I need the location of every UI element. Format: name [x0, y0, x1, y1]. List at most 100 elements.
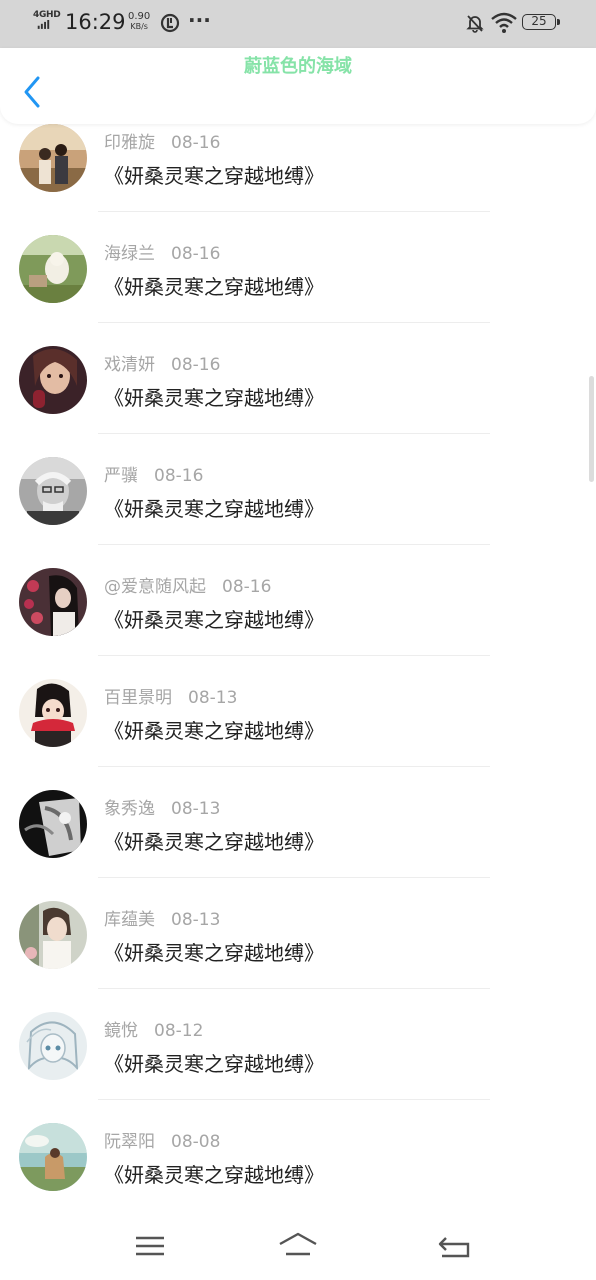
network-type: 4GHD: [33, 10, 61, 20]
book-title[interactable]: 《妍桑灵寒之穿越地缚》: [104, 160, 324, 189]
avatar-image: [19, 568, 87, 636]
book-title[interactable]: 《妍桑灵寒之穿越地缚》: [104, 604, 324, 633]
read-date: 08-16: [171, 244, 221, 264]
reader-meta: 印雅旋 08-16: [104, 128, 220, 153]
reader-list: 印雅旋 08-16 《妍桑灵寒之穿越地缚》 海绿兰 08-16 《妍桑灵寒之穿越地缚…: [0, 124, 596, 1214]
avatar[interactable]: [19, 568, 87, 636]
reader-meta: 库蕴美 08-13: [104, 905, 220, 930]
mute-icon: [466, 15, 484, 33]
network-speed: 0.90 KB/s: [128, 12, 150, 32]
divider: [98, 1099, 490, 1100]
chevron-left-icon[interactable]: [18, 74, 48, 110]
divider: [98, 988, 490, 989]
reader-name: @爱意随风起: [104, 577, 206, 597]
reader-meta: 严骥 08-16: [104, 461, 203, 486]
avatar[interactable]: [19, 1012, 87, 1080]
avatar[interactable]: [19, 790, 87, 858]
avatar[interactable]: [19, 124, 87, 192]
data-indicator-icon: [160, 13, 180, 33]
signal-icon: [37, 20, 50, 29]
status-bar: 4GHD 16:29 0.90 KB/s ··· 25: [0, 0, 596, 48]
list-item[interactable]: 象秀逸 08-13 《妍桑灵寒之穿越地缚》: [0, 790, 596, 901]
reader-name: 阮翠阳: [104, 1132, 155, 1152]
list-item[interactable]: 阮翠阳 08-08 《妍桑灵寒之穿越地缚》: [0, 1123, 596, 1214]
system-nav-bar: [0, 1214, 596, 1280]
reader-meta: 象秀逸 08-13: [104, 794, 220, 819]
avatar-image: [19, 901, 87, 969]
read-date: 08-16: [171, 355, 221, 375]
reader-name: 严骥: [104, 466, 138, 486]
divider: [98, 322, 490, 323]
avatar[interactable]: [19, 901, 87, 969]
reader-name: 鏡悅: [104, 1021, 138, 1041]
avatar-image: [19, 457, 87, 525]
clock-time: 16:29: [65, 10, 126, 34]
reader-meta: 戏清妍 08-16: [104, 350, 220, 375]
book-title[interactable]: 《妍桑灵寒之穿越地缚》: [104, 271, 324, 300]
avatar[interactable]: [19, 457, 87, 525]
home-icon[interactable]: [278, 1230, 318, 1262]
network-speed-value: 0.90: [128, 11, 151, 22]
book-title[interactable]: 《妍桑灵寒之穿越地缚》: [104, 493, 324, 522]
divider: [98, 211, 490, 212]
avatar-image: [19, 1012, 87, 1080]
read-date: 08-13: [188, 688, 238, 708]
avatar-image: [19, 124, 87, 192]
wifi-icon: [491, 12, 517, 33]
list-item[interactable]: 印雅旋 08-16 《妍桑灵寒之穿越地缚》: [0, 124, 596, 235]
avatar-image: [19, 1123, 87, 1191]
list-item[interactable]: 百里景明 08-13 《妍桑灵寒之穿越地缚》: [0, 679, 596, 790]
book-title[interactable]: 《妍桑灵寒之穿越地缚》: [104, 826, 324, 855]
page-title: 蔚蓝色的海域: [244, 56, 352, 77]
scrollbar[interactable]: [589, 376, 594, 482]
reader-name: 百里景明: [104, 688, 172, 708]
read-date: 08-16: [222, 577, 272, 597]
book-title[interactable]: 《妍桑灵寒之穿越地缚》: [104, 1159, 324, 1188]
read-date: 08-12: [154, 1021, 204, 1041]
app-screen: 4GHD 16:29 0.90 KB/s ··· 25 蔚蓝色的海域 印雅旋 0…: [0, 0, 596, 1280]
avatar[interactable]: [19, 1123, 87, 1191]
divider: [98, 655, 490, 656]
divider: [98, 766, 490, 767]
divider: [98, 877, 490, 878]
book-title[interactable]: 《妍桑灵寒之穿越地缚》: [104, 382, 324, 411]
app-header: 蔚蓝色的海域: [0, 48, 596, 124]
read-date: 08-16: [154, 466, 204, 486]
list-item[interactable]: 鏡悅 08-12 《妍桑灵寒之穿越地缚》: [0, 1012, 596, 1123]
more-notifications-dots: ···: [188, 8, 211, 32]
avatar-image: [19, 790, 87, 858]
list-item[interactable]: 库蕴美 08-13 《妍桑灵寒之穿越地缚》: [0, 901, 596, 1012]
reader-meta: 海绿兰 08-16: [104, 239, 220, 264]
reader-name: 象秀逸: [104, 799, 155, 819]
read-date: 08-13: [171, 799, 221, 819]
list-item[interactable]: @爱意随风起 08-16 《妍桑灵寒之穿越地缚》: [0, 568, 596, 679]
reader-name: 印雅旋: [104, 133, 155, 153]
book-title[interactable]: 《妍桑灵寒之穿越地缚》: [104, 937, 324, 966]
divider: [98, 433, 490, 434]
menu-icon[interactable]: [130, 1230, 170, 1262]
avatar-image: [19, 679, 87, 747]
back-icon[interactable]: [434, 1230, 474, 1262]
read-date: 08-13: [171, 910, 221, 930]
read-date: 08-08: [171, 1132, 221, 1152]
battery-icon: 25: [522, 14, 560, 30]
reader-meta: 百里景明 08-13: [104, 683, 237, 708]
book-title[interactable]: 《妍桑灵寒之穿越地缚》: [104, 715, 324, 744]
list-item[interactable]: 戏清妍 08-16 《妍桑灵寒之穿越地缚》: [0, 346, 596, 457]
reader-meta: 鏡悅 08-12: [104, 1016, 203, 1041]
reader-name: 库蕴美: [104, 910, 155, 930]
list-item[interactable]: 海绿兰 08-16 《妍桑灵寒之穿越地缚》: [0, 235, 596, 346]
list-item[interactable]: 严骥 08-16 《妍桑灵寒之穿越地缚》: [0, 457, 596, 568]
avatar-image: [19, 235, 87, 303]
avatar[interactable]: [19, 235, 87, 303]
divider: [98, 544, 490, 545]
reader-meta: 阮翠阳 08-08: [104, 1127, 220, 1152]
reader-name: 戏清妍: [104, 355, 155, 375]
network-speed-unit: KB/s: [130, 22, 148, 31]
avatar[interactable]: [19, 679, 87, 747]
reader-meta: @爱意随风起 08-16: [104, 572, 271, 597]
avatar-image: [19, 346, 87, 414]
avatar[interactable]: [19, 346, 87, 414]
reader-name: 海绿兰: [104, 244, 155, 264]
book-title[interactable]: 《妍桑灵寒之穿越地缚》: [104, 1048, 324, 1077]
